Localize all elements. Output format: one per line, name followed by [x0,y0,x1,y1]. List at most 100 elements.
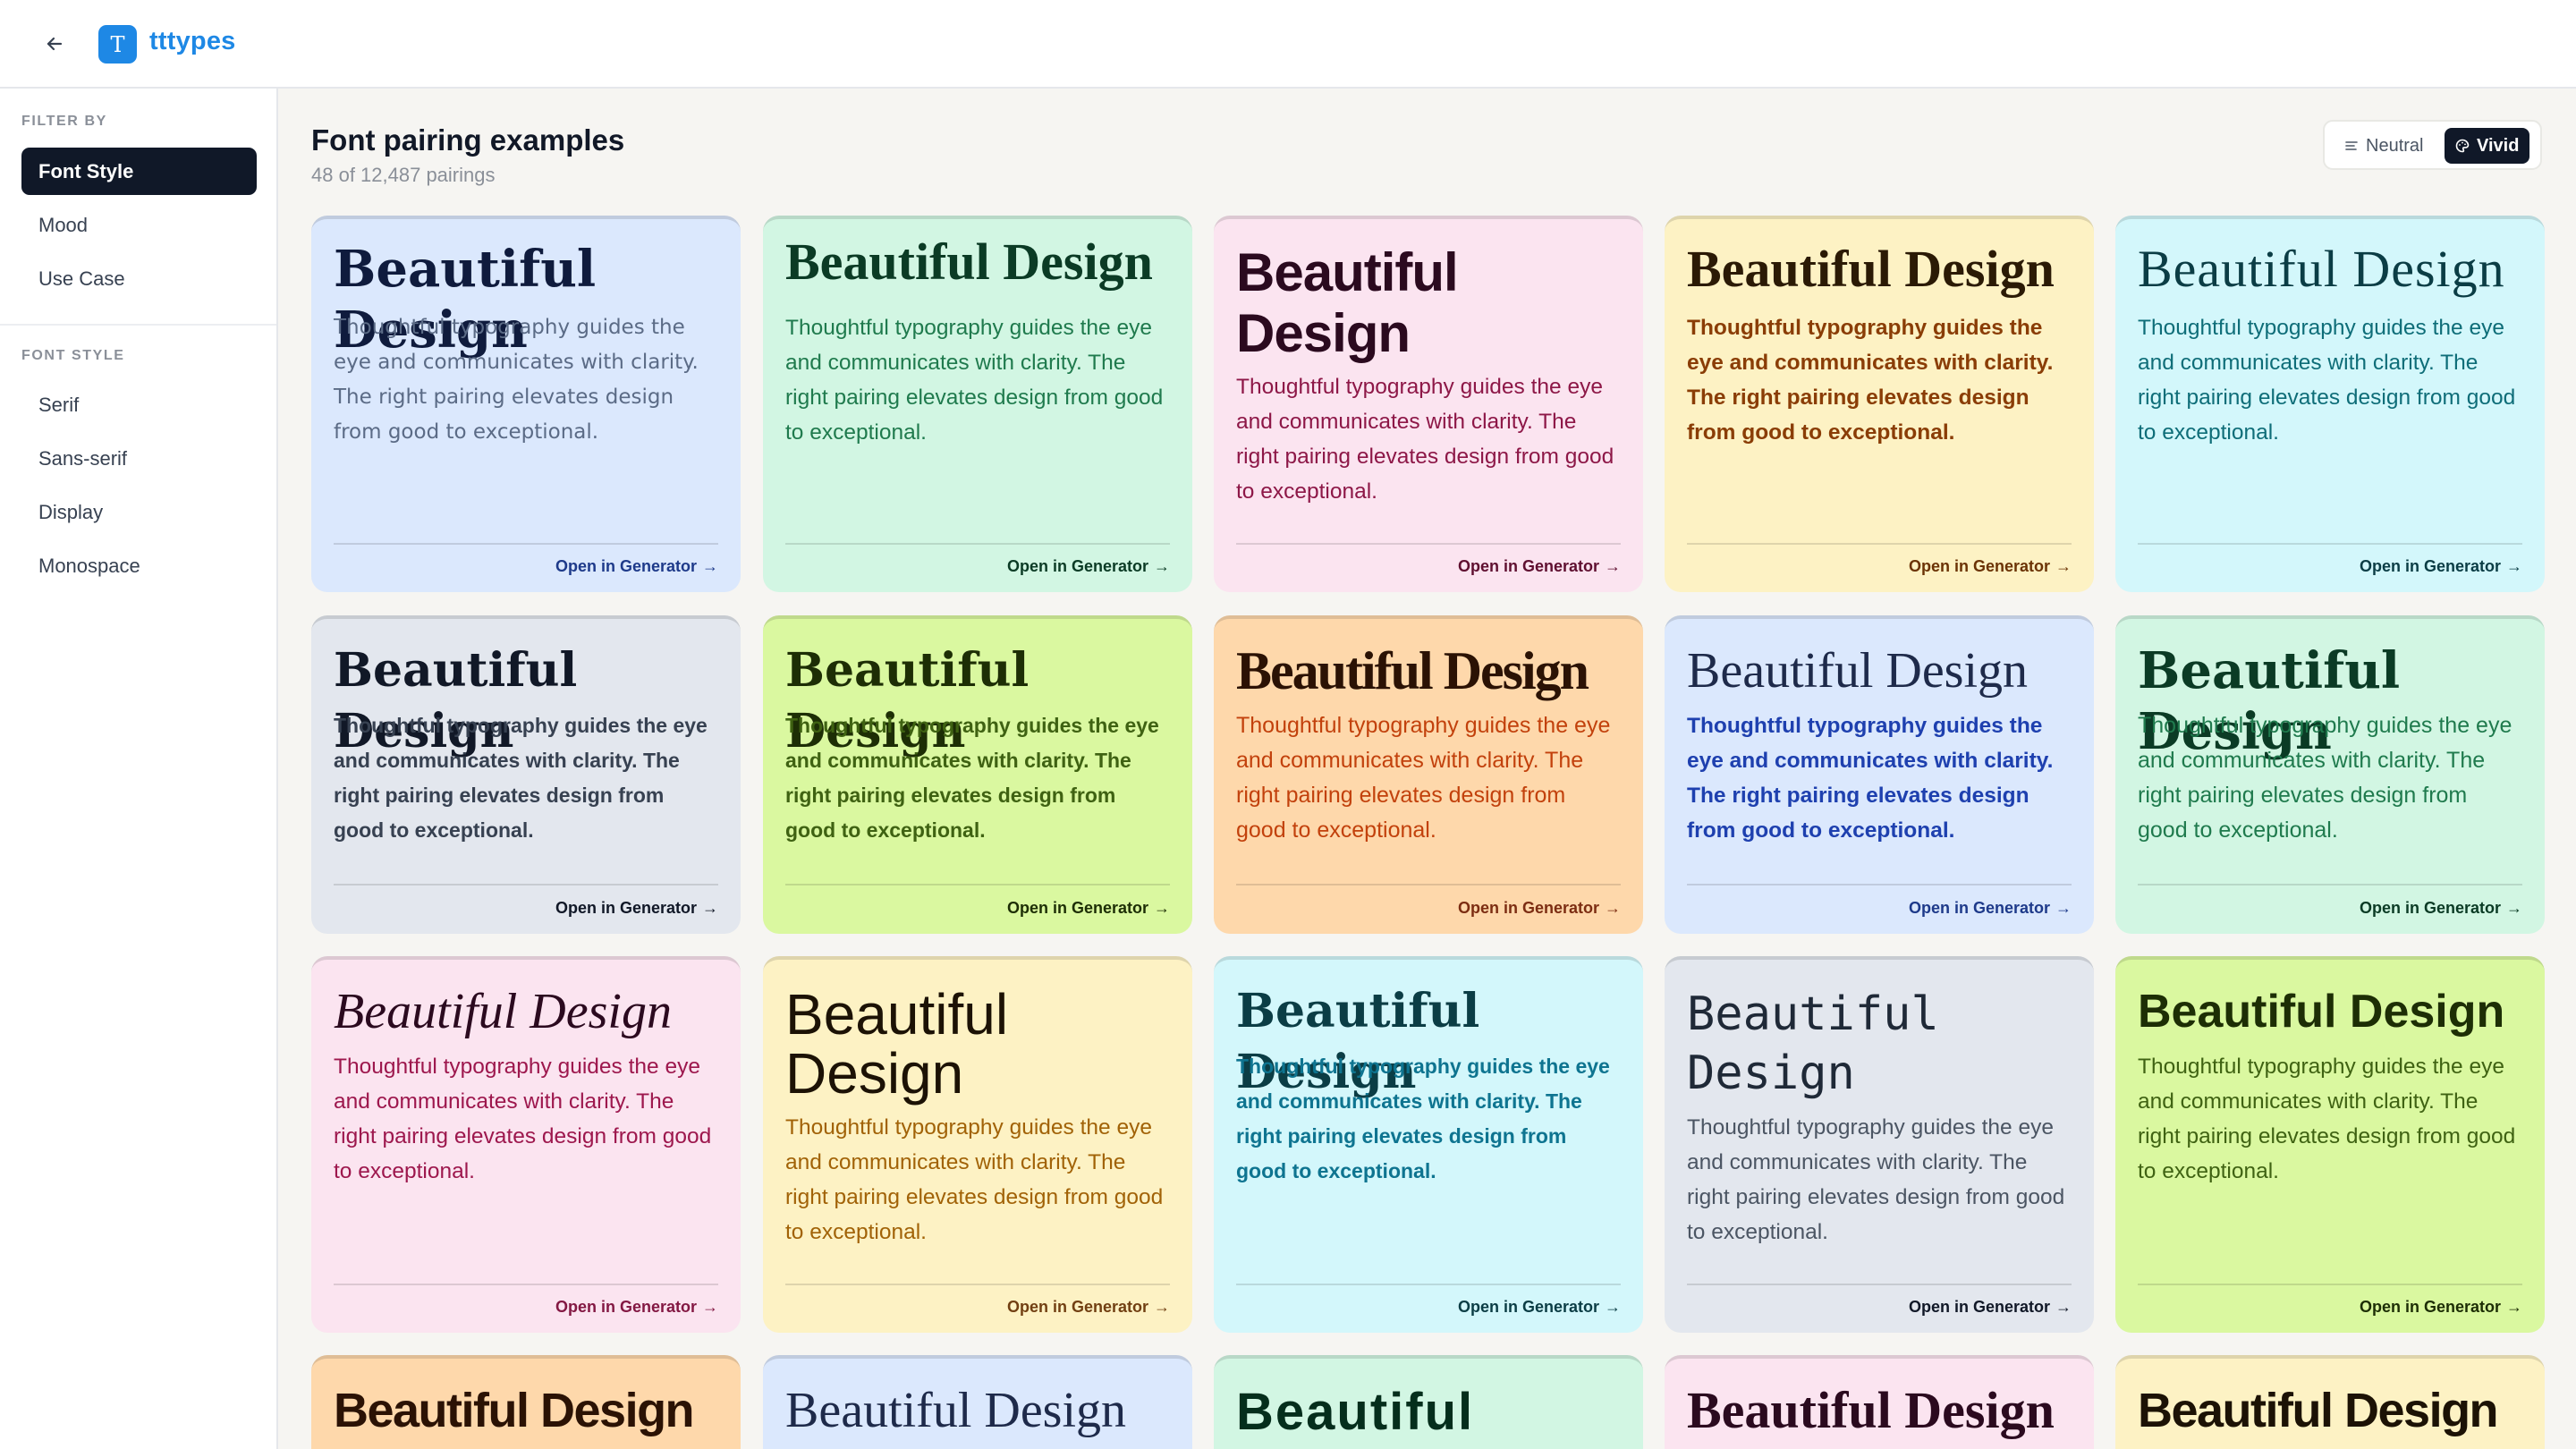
filter-font-style[interactable]: Font Style [21,148,257,195]
pairing-card[interactable]: Beautiful Design Thoughtful typography g… [1665,615,2094,934]
card-heading: Beautiful Design [2138,1384,2499,1437]
open-in-generator-link[interactable]: Open in Generator → [1909,1298,2072,1317]
app-name[interactable]: tttypes [149,27,235,56]
sidebar: FILTER BY Font Style Mood Use Case FONT … [0,89,278,1449]
pairing-card[interactable]: Beautiful Design Thoughtful typography g… [1665,956,2094,1333]
top-bar: T tttypes [0,0,2576,89]
card-heading: Beautiful [1236,1383,1475,1441]
link-label: Open in Generator [1457,899,1599,917]
pairing-card[interactable]: Beautiful Design Thoughtful typography g… [1214,956,1643,1333]
link-label: Open in Generator [1908,1298,2050,1316]
pairing-card[interactable]: Beautiful Design Thoughtful typography g… [763,615,1192,934]
style-monospace[interactable]: Monospace [21,542,257,589]
card-heading: Beautiful Design [1687,1381,2055,1439]
arrow-right-icon: → [1154,899,1170,917]
arrow-right-icon: → [1605,899,1621,917]
card-body: Thoughtful typography guides the eye and… [785,316,1164,445]
open-in-generator-link[interactable]: Open in Generator → [1909,899,2072,918]
back-button[interactable] [36,25,73,63]
pairing-card[interactable]: Beautiful Design Thoughtful typography g… [1665,216,2094,592]
card-divider [785,543,1170,545]
pairing-card[interactable]: Beautiful Design Thoughtful typography g… [2115,216,2545,592]
vivid-label: Vivid [2477,135,2520,156]
pairing-card[interactable]: Beautiful Design [763,1355,1192,1449]
pairing-card[interactable]: Beautiful Design [311,1355,741,1449]
pairing-card[interactable]: Beautiful Design Thoughtful typography g… [1214,615,1643,934]
arrow-right-icon: → [702,557,718,575]
open-in-generator-link[interactable]: Open in Generator → [1909,557,2072,576]
pairing-card[interactable]: Beautiful Design [1665,1355,2094,1449]
card-divider [1236,1284,1621,1285]
link-label: Open in Generator [1006,1298,1148,1316]
open-in-generator-link[interactable]: Open in Generator → [1458,1298,1621,1317]
card-body: Thoughtful typography guides the eye and… [1236,1055,1610,1182]
link-label: Open in Generator [555,557,697,575]
open-in-generator-link[interactable]: Open in Generator → [2360,1298,2522,1317]
card-divider [334,884,718,886]
link-label: Open in Generator [1006,557,1148,575]
open-in-generator-link[interactable]: Open in Generator → [2360,899,2522,918]
vivid-button[interactable]: Vivid [2445,128,2530,164]
pairing-card[interactable]: Beautiful Design Thoughtful typography g… [311,216,741,592]
link-label: Open in Generator [555,899,697,917]
open-in-generator-link[interactable]: Open in Generator → [1007,557,1170,576]
style-sans-serif[interactable]: Sans-serif [21,435,257,482]
lines-icon [2345,141,2358,150]
pairing-card[interactable]: Beautiful Design Thoughtful typography g… [311,615,741,934]
arrow-right-icon: → [1605,1298,1621,1316]
pairing-card[interactable]: Beautiful Design Thoughtful typography g… [2115,615,2545,934]
card-heading: Beautiful Design [2138,986,2505,1038]
card-body: Thoughtful typography guides the eye and… [334,316,699,444]
open-in-generator-link[interactable]: Open in Generator → [555,1298,718,1317]
logo-letter: T [110,31,125,57]
card-heading: Beautiful Design [1687,987,1939,1100]
open-in-generator-link[interactable]: Open in Generator → [1458,899,1621,918]
font-style-heading: FONT STYLE [21,348,125,363]
link-label: Open in Generator [1908,557,2050,575]
open-in-generator-link[interactable]: Open in Generator → [1007,899,1170,918]
style-display[interactable]: Display [21,488,257,536]
card-body: Thoughtful typography guides the eye and… [2138,1055,2516,1183]
card-heading: Beautiful Design [1236,242,1459,363]
filter-mood[interactable]: Mood [21,201,257,249]
link-label: Open in Generator [1006,899,1148,917]
open-in-generator-link[interactable]: Open in Generator → [555,899,718,918]
card-body: Thoughtful typography guides the eye and… [334,714,708,842]
card-divider [785,884,1170,886]
link-label: Open in Generator [1457,1298,1599,1316]
pairing-card[interactable]: Beautiful Design Thoughtful typography g… [2115,956,2545,1333]
card-divider [2138,884,2522,886]
pairing-card[interactable]: Beautiful Design [2115,1355,2545,1449]
link-label: Open in Generator [555,1298,697,1316]
logo-icon[interactable]: T [98,25,137,64]
card-heading: Beautiful Design [1687,240,2055,298]
arrow-right-icon: → [2055,899,2072,917]
arrow-right-icon: → [1154,557,1170,575]
pairing-card[interactable]: Beautiful Design Thoughtful typography g… [763,956,1192,1333]
palette-toggle: Neutral Vivid [2323,120,2542,170]
card-body: Thoughtful typography guides the eye and… [785,1115,1164,1244]
card-divider [2138,1284,2522,1285]
open-in-generator-link[interactable]: Open in Generator → [555,557,718,576]
open-in-generator-link[interactable]: Open in Generator → [1007,1298,1170,1317]
open-in-generator-link[interactable]: Open in Generator → [2360,557,2522,576]
card-body: Thoughtful typography guides the eye and… [1236,375,1614,504]
arrow-right-icon: → [2055,1298,2072,1316]
card-divider [1687,1284,2072,1285]
pairing-card[interactable]: Beautiful Design Thoughtful typography g… [311,956,741,1333]
link-label: Open in Generator [2359,557,2501,575]
link-label: Open in Generator [2359,1298,2501,1316]
filter-use-case[interactable]: Use Case [21,255,257,302]
neutral-button[interactable]: Neutral [2334,128,2434,164]
card-divider [1687,543,2072,545]
link-label: Open in Generator [1457,557,1599,575]
neutral-label: Neutral [2366,135,2424,156]
pairing-card[interactable]: Beautiful Design Thoughtful typography g… [763,216,1192,592]
pairing-card[interactable]: Beautiful [1214,1355,1643,1449]
style-serif[interactable]: Serif [21,381,257,428]
palette-icon [2455,139,2470,153]
open-in-generator-link[interactable]: Open in Generator → [1458,557,1621,576]
card-divider [1687,884,2072,886]
pairing-card[interactable]: Beautiful Design Thoughtful typography g… [1214,216,1643,592]
card-divider [334,1284,718,1285]
